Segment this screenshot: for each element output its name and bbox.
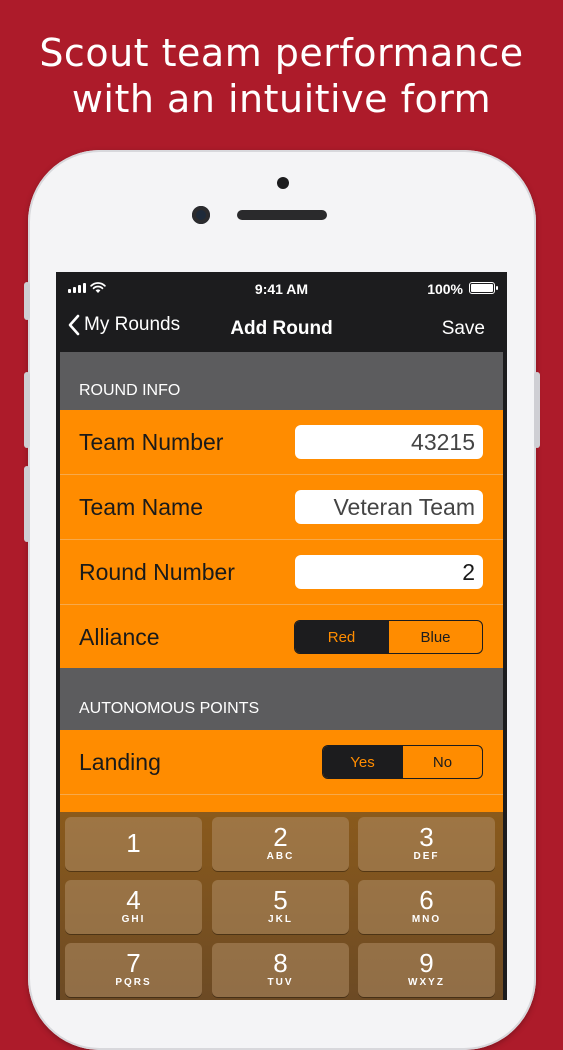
key-number: 3	[419, 822, 434, 852]
back-button-label: My Rounds	[84, 314, 181, 335]
key-number: 8	[273, 948, 288, 978]
back-button[interactable]: My Rounds	[68, 314, 180, 336]
key-letters: MNO	[411, 914, 442, 925]
key-1[interactable]: 1	[65, 817, 202, 871]
round-number-label: Round Number	[79, 559, 235, 585]
section-header-autonomous: AUTONOMOUS POINTS	[60, 668, 503, 730]
chevron-left-icon	[68, 314, 80, 336]
headline-line-1: Scout team performance	[39, 31, 524, 75]
landing-row: Landing Yes No	[60, 730, 503, 795]
key-7[interactable]: 7 PQRS	[65, 943, 202, 997]
battery-percent: 100%	[427, 281, 463, 297]
key-number: 6	[419, 885, 434, 915]
team-number-label: Team Number	[79, 429, 224, 455]
team-name-row: Team Name Veteran Team	[60, 475, 503, 540]
key-letters: JKL	[268, 914, 293, 925]
numeric-keypad: 1 2 ABC 3 DEF 4 GHI 5 JKL 6 MNO 7 PQRS 8…	[60, 812, 503, 1000]
key-6[interactable]: 6 MNO	[358, 880, 495, 934]
team-name-label: Team Name	[79, 494, 203, 520]
key-letters: PQRS	[115, 977, 152, 988]
alliance-label: Alliance	[79, 624, 160, 650]
phone-volume-down	[24, 466, 30, 542]
section-header-label: AUTONOMOUS POINTS	[79, 700, 260, 717]
save-button[interactable]: Save	[442, 318, 485, 340]
team-name-field[interactable]: Veteran Team	[295, 490, 483, 524]
key-letters: ABC	[266, 851, 295, 862]
section-header-round-info: ROUND INFO	[60, 352, 503, 410]
team-number-field[interactable]: 43215	[295, 425, 483, 459]
team-number-row: Team Number 43215	[60, 410, 503, 475]
landing-option-yes[interactable]: Yes	[323, 746, 402, 778]
round-info-form: Team Number 43215 Team Name Veteran Team…	[60, 410, 503, 669]
front-camera	[192, 206, 210, 224]
status-bar: 9:41 AM 100%	[56, 272, 507, 306]
proximity-sensor	[277, 177, 289, 189]
battery-fill	[471, 284, 493, 292]
alliance-row: Alliance Red Blue	[60, 605, 503, 669]
section-header-label: ROUND INFO	[79, 382, 181, 399]
key-number: 7	[126, 948, 141, 978]
phone-mute-switch	[24, 282, 30, 320]
landing-label: Landing	[79, 749, 161, 775]
key-letters: DEF	[413, 851, 440, 862]
autonomous-form: Landing Yes No	[60, 730, 503, 812]
key-number: 2	[273, 822, 288, 852]
alliance-segmented-control: Red Blue	[294, 620, 483, 654]
key-letters: WXYZ	[408, 977, 445, 988]
phone-power-button	[534, 372, 540, 448]
round-number-row: Round Number 2	[60, 540, 503, 605]
key-9[interactable]: 9 WXYZ	[358, 943, 495, 997]
key-number: 5	[273, 885, 288, 915]
key-number: 4	[126, 885, 141, 915]
key-4[interactable]: 4 GHI	[65, 880, 202, 934]
phone-volume-up	[24, 372, 30, 448]
key-3[interactable]: 3 DEF	[358, 817, 495, 871]
key-letters: GHI	[121, 914, 146, 925]
headline-line-2: with an intuitive form	[71, 77, 492, 121]
landing-option-no[interactable]: No	[402, 746, 482, 778]
key-number: 9	[419, 948, 434, 978]
headline: Scout team performance with an intuitive…	[0, 30, 563, 122]
key-5[interactable]: 5 JKL	[212, 880, 349, 934]
earpiece-speaker	[237, 210, 327, 220]
navigation-bar: My Rounds Add Round Save	[56, 306, 507, 352]
alliance-option-red[interactable]: Red	[295, 621, 388, 653]
key-letters: TUV	[267, 977, 294, 988]
key-number: 1	[126, 828, 141, 858]
phone-screen: 9:41 AM 100% My Rounds Add Round Save RO…	[56, 272, 507, 1000]
battery-icon	[469, 282, 498, 294]
key-2[interactable]: 2 ABC	[212, 817, 349, 871]
alliance-option-blue[interactable]: Blue	[388, 621, 482, 653]
landing-segmented-control: Yes No	[322, 745, 483, 779]
key-8[interactable]: 8 TUV	[212, 943, 349, 997]
round-number-field[interactable]: 2	[295, 555, 483, 589]
